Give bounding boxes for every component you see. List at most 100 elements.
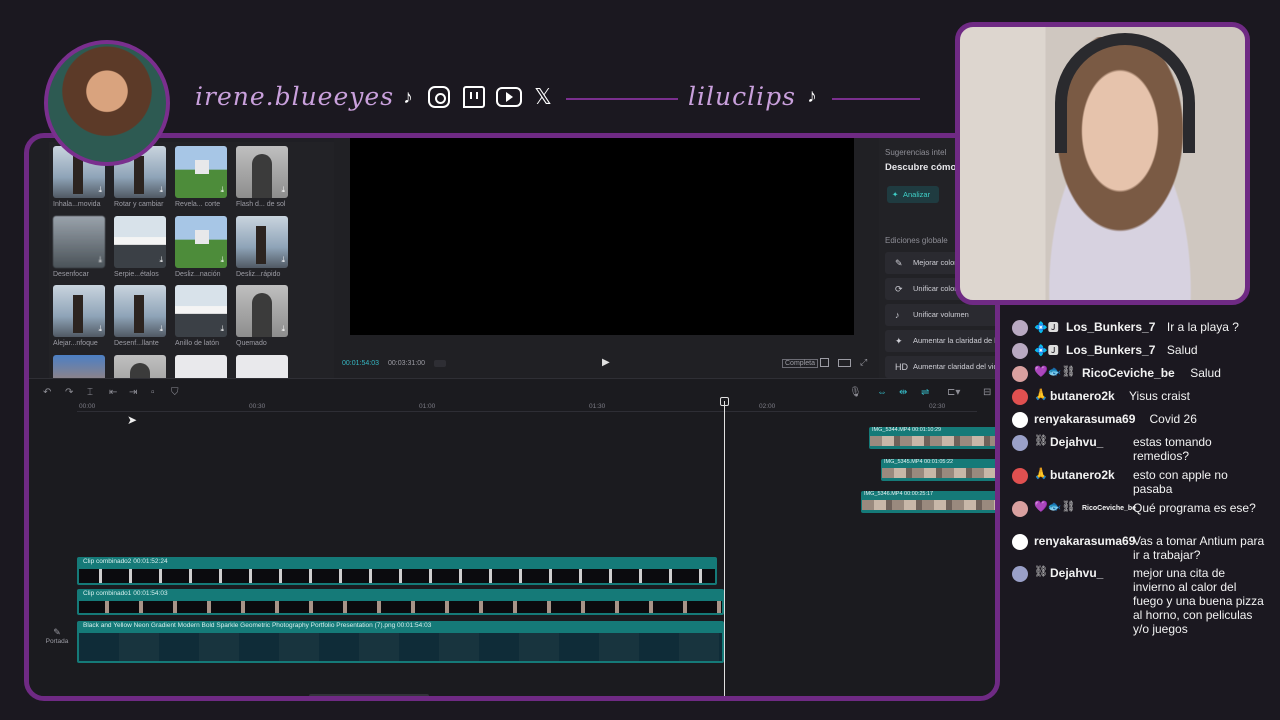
aspect-icon[interactable]: [838, 359, 851, 367]
divider-line: [566, 98, 678, 100]
effect-item[interactable]: ⤓ Desliz...nación: [175, 216, 229, 278]
download-icon[interactable]: ⤓: [220, 185, 224, 195]
preview-screen[interactable]: [350, 138, 854, 335]
chat-username[interactable]: RicoCeviche_be: [1082, 505, 1136, 512]
split-left-icon[interactable]: ⇤: [109, 387, 117, 398]
chat-avatar[interactable]: [1012, 389, 1028, 405]
timeline-clip[interactable]: Black and Yellow Neon Gradient Modern Bo…: [77, 621, 724, 663]
effect-item[interactable]: ⤓: [236, 355, 290, 378]
shield-icon[interactable]: ⛉: [171, 387, 179, 398]
download-icon[interactable]: ⤓: [159, 324, 163, 334]
microphone-icon[interactable]: 🎙: [849, 387, 862, 398]
effect-item[interactable]: ⤓ Desenfocar: [53, 216, 107, 278]
clip-label: IMG_5345.MP4 00:01:05:22: [884, 459, 954, 465]
chat-username[interactable]: RicoCeviche_be: [1082, 366, 1175, 380]
ratio-select[interactable]: Completa: [782, 359, 818, 368]
chat-avatar[interactable]: [1012, 468, 1028, 484]
chat-avatar[interactable]: [1012, 534, 1028, 550]
divider-line-2: [832, 98, 920, 100]
split-icon[interactable]: ⌶: [87, 387, 93, 398]
chat-avatar[interactable]: [1012, 435, 1028, 451]
timeline-clip[interactable]: Clip combinado1 00:01:54:03: [77, 589, 724, 615]
clip-frames: [79, 633, 722, 661]
effect-item[interactable]: ⤓ Desliz...rápido: [236, 216, 290, 278]
chat-avatar[interactable]: [1012, 320, 1028, 336]
download-icon[interactable]: ⤓: [281, 185, 285, 195]
download-icon[interactable]: ⤓: [281, 255, 285, 265]
effect-item[interactable]: ⤓: [114, 355, 168, 378]
timeline-clip-video[interactable]: IMG_5344.MP4 00:01:10:29: [869, 427, 995, 449]
link-icon[interactable]: ⇔: [877, 387, 887, 398]
effect-thumbnail: ⤓: [236, 146, 288, 198]
preview-axis-icon[interactable]: ⊏▾: [947, 387, 960, 398]
effect-item[interactable]: ⤓ Anillo de latón: [175, 285, 229, 347]
hd-icon: HD: [895, 362, 908, 372]
zoom-icon[interactable]: ⊟: [983, 387, 991, 398]
chat-avatar[interactable]: [1012, 412, 1028, 428]
download-icon[interactable]: ⤓: [220, 255, 224, 265]
snapshot-icon[interactable]: [820, 358, 829, 367]
chat-username[interactable]: Los_Bunkers_7: [1066, 320, 1155, 334]
chat-avatar[interactable]: [1012, 501, 1028, 517]
delete-icon[interactable]: ▫: [151, 387, 155, 398]
cover-button[interactable]: ✎ Portada: [45, 627, 69, 647]
global-edit-label: Unificar colore: [913, 284, 961, 293]
palette-icon: ✎: [895, 258, 903, 268]
timeline-clip-video[interactable]: IMG_5345.MP4 00:01:05:22: [881, 459, 995, 481]
download-icon[interactable]: ⤓: [159, 185, 163, 195]
effect-label: Revela... corte: [175, 201, 221, 208]
clip-frames: [870, 436, 995, 446]
chat-message: renyakarasuma69 Vas a tomar Antium para i…: [1010, 532, 1275, 562]
snap-icon[interactable]: ⇌: [921, 387, 929, 398]
global-edit-button[interactable]: HD Aumentar claridad del vide: [885, 356, 1000, 378]
fullscreen-icon[interactable]: ⤢: [860, 357, 867, 368]
playhead-handle[interactable]: [720, 397, 729, 406]
download-icon[interactable]: ⤓: [98, 185, 102, 195]
effect-label: Desenfocar: [53, 271, 89, 278]
chat-avatar[interactable]: [1012, 343, 1028, 359]
chat-username[interactable]: Dejahvu_: [1050, 566, 1103, 580]
effect-item[interactable]: ⤓ Revela... corte: [175, 146, 229, 208]
chat-username[interactable]: Los_Bunkers_7: [1066, 343, 1155, 357]
effect-item[interactable]: ⤓ Alejar...nfoque: [53, 285, 107, 347]
playhead[interactable]: [724, 401, 725, 696]
youtube-icon: [496, 87, 522, 107]
chat-message: ⛓ Dejahvu_ mejor una cita de invierno al c…: [1010, 564, 1275, 636]
time-toggle[interactable]: [434, 360, 446, 367]
timeline-clip-video[interactable]: IMG_5346.MP4 00:00:25:17: [861, 491, 995, 513]
chat-username[interactable]: butanero2k: [1050, 389, 1115, 403]
video-editor-frame: ⤓ Inhala...movida ⤓ Rotar y cambiar ⤓ Revela.…: [24, 133, 1000, 701]
download-icon[interactable]: ⤓: [98, 255, 102, 265]
timeline: ↶ ↷ ⌶ ⇤ ⇥ ▫ ⛉ 🎙 ⇔ ⇹ ⇌ ⊏▾ ⊟ 00:00 00:30 01:…: [29, 378, 995, 696]
global-edit-label: Aumentar claridad del vide: [913, 362, 1000, 371]
chat-username[interactable]: butanero2k: [1050, 468, 1115, 482]
download-icon[interactable]: ⤓: [220, 324, 224, 334]
effect-item[interactable]: ⤓: [53, 355, 107, 378]
effect-item[interactable]: ⤓: [175, 355, 229, 378]
global-edit-button[interactable]: ♪ Unificar volumen: [885, 304, 995, 326]
chat-username[interactable]: renyakarasuma69: [1034, 534, 1135, 548]
magnet-icon[interactable]: ⇹: [899, 387, 907, 398]
chat-avatar[interactable]: [1012, 366, 1028, 382]
download-icon[interactable]: ⤓: [281, 324, 285, 334]
effect-item[interactable]: ⤓ Desenf...llante: [114, 285, 168, 347]
download-icon[interactable]: ⤓: [159, 255, 163, 265]
ruler-label: 02:30: [929, 403, 946, 410]
effect-item[interactable]: ⤓ Serpie...étalos: [114, 216, 168, 278]
redo-icon[interactable]: ↷: [65, 387, 73, 398]
undo-icon[interactable]: ↶: [43, 387, 51, 398]
chat-username[interactable]: renyakarasuma69: [1034, 412, 1135, 426]
split-right-icon[interactable]: ⇥: [129, 387, 137, 398]
chat-avatar[interactable]: [1012, 566, 1028, 582]
play-button[interactable]: ▶: [602, 357, 610, 368]
streamer-handle: irene.blueeyes: [195, 82, 395, 111]
effect-item[interactable]: ⤓ Flash d... de sol: [236, 146, 290, 208]
timeline-scrollbar[interactable]: [309, 694, 429, 696]
download-icon[interactable]: ⤓: [98, 324, 102, 334]
clip-label: Black and Yellow Neon Gradient Modern Bo…: [83, 622, 432, 629]
timeline-clip[interactable]: Clip combinado2 00:01:52:24: [77, 557, 717, 585]
global-edit-button[interactable]: ✦ Aumentar la claridad de la: [885, 330, 995, 352]
chat-username[interactable]: Dejahvu_: [1050, 435, 1103, 449]
analyze-button[interactable]: ✦ Analizar: [887, 186, 939, 203]
effect-item[interactable]: ⤓ Quemado: [236, 285, 290, 347]
